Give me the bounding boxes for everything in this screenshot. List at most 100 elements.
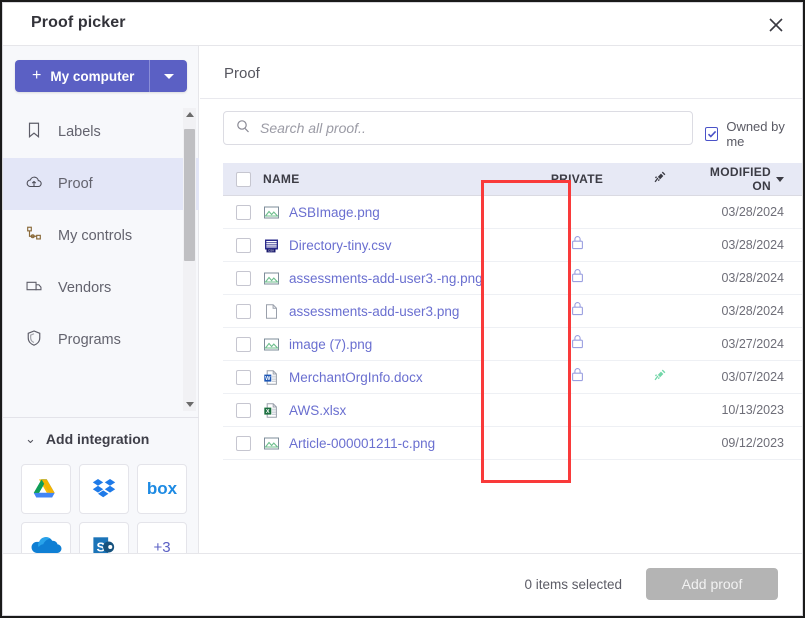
file-name: assessments-add-user3.png xyxy=(289,303,460,319)
sidebar-item-label: My controls xyxy=(58,228,133,244)
sort-desc-icon xyxy=(776,176,784,182)
items-selected-count: 0 items selected xyxy=(524,577,622,592)
proof-table: NAME PRIVATE MODIFIED ON ASBImage.png 03… xyxy=(223,163,802,460)
sidebar-item-proof[interactable]: Proof xyxy=(3,158,199,210)
label-tag-icon xyxy=(25,121,43,144)
file-name: Article-000001211-c.png xyxy=(289,435,436,451)
svg-text:CSV: CSV xyxy=(268,248,274,252)
file-name: Directory-tiny.csv xyxy=(289,237,392,253)
lock-icon xyxy=(571,335,583,349)
main-panel: Proof Owned by me xyxy=(200,46,802,555)
row-checkbox[interactable] xyxy=(235,270,251,286)
scroll-up-arrow-icon[interactable] xyxy=(183,108,196,121)
add-integration-label: Add integration xyxy=(45,431,150,447)
select-all-checkbox[interactable] xyxy=(235,171,251,187)
private-cell xyxy=(532,367,622,387)
modified-date: 03/28/2024 xyxy=(721,238,784,252)
box-icon[interactable]: box xyxy=(137,464,187,514)
row-checkbox[interactable] xyxy=(235,336,251,352)
sidebar-item-labels[interactable]: Labels xyxy=(3,106,199,158)
image-file-icon xyxy=(263,204,280,221)
svg-text:W: W xyxy=(265,376,271,382)
file-link[interactable]: CSV Directory-tiny.csv xyxy=(263,237,532,254)
file-link[interactable]: Article-000001211-c.png xyxy=(263,435,532,452)
row-checkbox[interactable] xyxy=(235,402,251,418)
blank-file-icon xyxy=(263,303,280,320)
column-header-modified-on[interactable]: MODIFIED ON xyxy=(697,165,802,193)
file-link[interactable]: X AWS.xlsx xyxy=(263,402,532,419)
owned-by-me-checkbox[interactable] xyxy=(705,127,719,141)
image-file-icon xyxy=(263,336,280,353)
row-checkbox[interactable] xyxy=(235,303,251,319)
private-cell xyxy=(532,268,622,288)
dropbox-icon[interactable] xyxy=(79,464,129,514)
page-title: Proof picker xyxy=(31,14,126,31)
sidebar-item-label: Proof xyxy=(58,176,93,192)
image-file-icon xyxy=(263,435,280,452)
add-integration-toggle[interactable]: ⌄ Add integration xyxy=(25,431,149,447)
add-proof-button[interactable]: Add proof xyxy=(646,568,778,600)
search-row: Owned by me xyxy=(200,99,802,158)
table-row[interactable]: image (7).png 03/27/2024 xyxy=(223,328,802,361)
file-link[interactable]: assessments-add-user3.png xyxy=(263,303,532,320)
file-link[interactable]: assessments-add-user3.-ng.png xyxy=(263,270,532,287)
table-row[interactable]: ASBImage.png 03/28/2024 xyxy=(223,196,802,229)
modified-date: 03/27/2024 xyxy=(721,337,784,351)
sidebar-divider xyxy=(3,417,199,418)
file-link[interactable]: W MerchantOrgInfo.docx xyxy=(263,369,532,386)
table-row[interactable]: assessments-add-user3.-ng.png 03/28/2024 xyxy=(223,262,802,295)
main-header-title: Proof xyxy=(224,65,260,82)
column-header-name[interactable]: NAME xyxy=(263,172,532,186)
my-computer-button[interactable]: + My computer xyxy=(15,60,150,92)
chevron-double-down-icon: ⌄ xyxy=(25,431,36,446)
table-header-row: NAME PRIVATE MODIFIED ON xyxy=(223,163,802,196)
sidebar-item-label: Labels xyxy=(58,124,101,140)
lock-icon xyxy=(571,302,583,316)
cloud-upload-icon xyxy=(25,173,43,196)
my-computer-split-button: + My computer xyxy=(15,60,187,92)
chevron-down-icon[interactable] xyxy=(150,60,187,92)
close-icon[interactable] xyxy=(764,13,788,37)
modified-date: 10/13/2023 xyxy=(721,403,784,417)
owned-by-me-filter[interactable]: Owned by me xyxy=(705,119,802,149)
main-header: Proof xyxy=(200,46,802,99)
search-input[interactable] xyxy=(260,120,684,136)
sidebar: + My computer Labels Proof My controls V… xyxy=(3,46,199,592)
table-row[interactable]: CSV Directory-tiny.csv 03/28/2024 xyxy=(223,229,802,262)
private-cell xyxy=(532,235,622,255)
scroll-down-arrow-icon[interactable] xyxy=(183,398,196,411)
dialog-footer: 0 items selected Add proof xyxy=(3,553,802,615)
lock-icon xyxy=(571,236,583,250)
sidebar-item-programs[interactable]: Programs xyxy=(3,314,199,366)
sidebar-item-my-controls[interactable]: My controls xyxy=(3,210,199,262)
dialog-titlebar: Proof picker xyxy=(3,3,802,46)
file-name: AWS.xlsx xyxy=(289,402,347,418)
shield-icon xyxy=(25,329,43,352)
table-row[interactable]: W MerchantOrgInfo.docx 03/07/2024 xyxy=(223,361,802,394)
google-drive-icon[interactable] xyxy=(21,464,71,514)
plug-cell xyxy=(622,368,697,387)
row-checkbox[interactable] xyxy=(235,369,251,385)
sidebar-item-vendors[interactable]: Vendors xyxy=(3,262,199,314)
search-box[interactable] xyxy=(223,111,693,145)
sidebar-nav: Labels Proof My controls Vendors Program… xyxy=(3,106,199,411)
column-header-plug[interactable] xyxy=(622,170,697,189)
file-link[interactable]: image (7).png xyxy=(263,336,532,353)
file-name: ASBImage.png xyxy=(289,204,380,220)
search-icon xyxy=(224,119,250,138)
row-checkbox[interactable] xyxy=(235,237,251,253)
scrollbar-thumb[interactable] xyxy=(184,129,195,261)
row-checkbox[interactable] xyxy=(235,204,251,220)
lock-icon xyxy=(571,269,583,283)
table-row[interactable]: assessments-add-user3.png 03/28/2024 xyxy=(223,295,802,328)
check-icon xyxy=(707,130,716,138)
row-checkbox[interactable] xyxy=(235,435,251,451)
table-row[interactable]: Article-000001211-c.png 09/12/2023 xyxy=(223,427,802,460)
column-header-private[interactable]: PRIVATE xyxy=(532,172,622,186)
truck-icon xyxy=(25,277,43,300)
csv-file-icon: CSV xyxy=(263,237,280,254)
file-link[interactable]: ASBImage.png xyxy=(263,204,532,221)
modified-date: 03/28/2024 xyxy=(721,271,784,285)
sidebar-scrollbar[interactable] xyxy=(183,108,196,411)
table-row[interactable]: X AWS.xlsx 10/13/2023 xyxy=(223,394,802,427)
